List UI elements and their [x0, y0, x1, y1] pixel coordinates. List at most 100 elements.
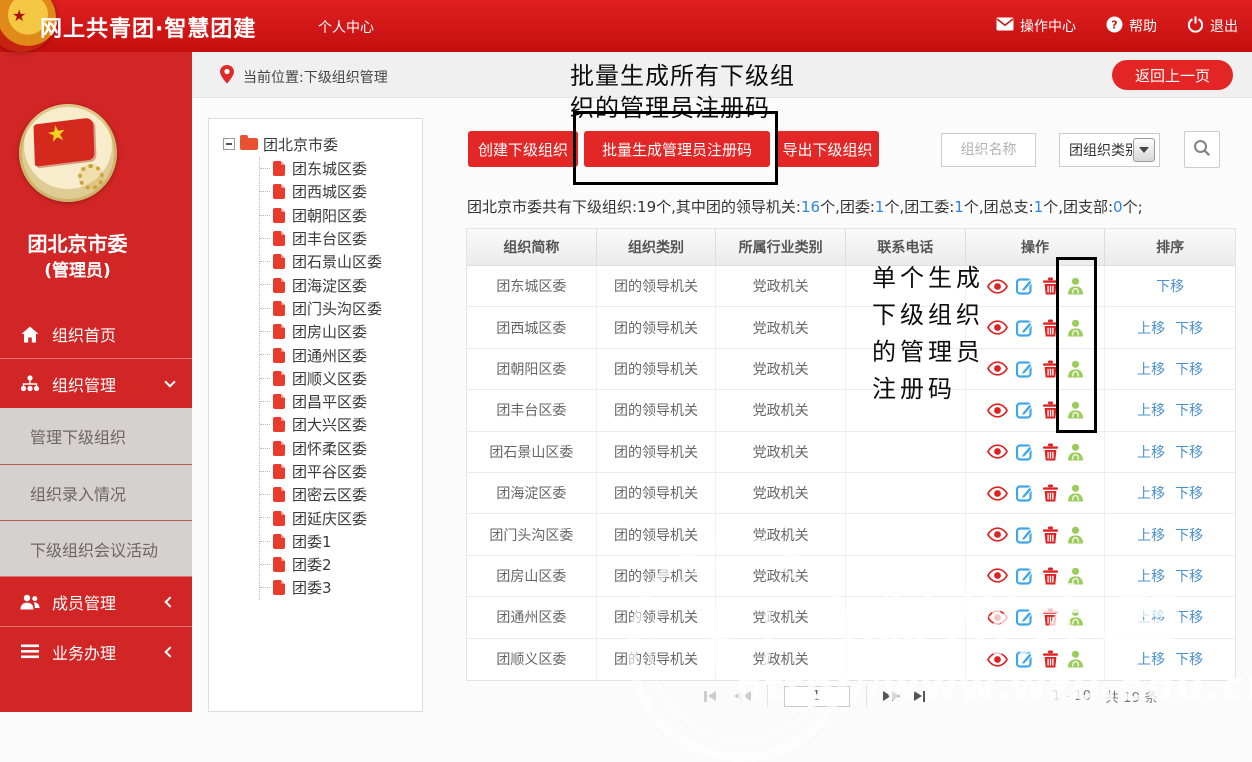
generate-code-person-icon[interactable]	[1067, 277, 1084, 295]
edit-pencil-icon[interactable]	[1016, 277, 1034, 295]
view-eye-icon[interactable]	[987, 610, 1008, 625]
move-up-link[interactable]: 上移	[1137, 400, 1165, 420]
delete-trash-icon[interactable]	[1042, 277, 1059, 295]
view-eye-icon[interactable]	[987, 361, 1008, 376]
tree-node[interactable]: 团顺义区委	[260, 367, 416, 390]
move-up-link[interactable]: 上移	[1137, 649, 1165, 669]
next-page-button[interactable]	[883, 691, 900, 701]
view-eye-icon[interactable]	[987, 486, 1008, 501]
view-eye-icon[interactable]	[987, 568, 1008, 583]
delete-trash-icon[interactable]	[1042, 526, 1059, 544]
last-page-button[interactable]	[914, 691, 926, 702]
dropdown-arrow-icon[interactable]	[1133, 138, 1155, 162]
move-down-link[interactable]: 下移	[1175, 649, 1203, 669]
sidebar-item-member-management[interactable]: 成员管理	[0, 576, 192, 626]
sidebar-item-org-entry-status[interactable]: 组织录入情况	[0, 464, 192, 520]
delete-trash-icon[interactable]	[1042, 484, 1059, 502]
tree-node[interactable]: 团东城区委	[260, 157, 416, 180]
generate-code-person-icon[interactable]	[1067, 443, 1084, 461]
prev-page-button[interactable]	[734, 691, 751, 701]
sidebar-item-org-management[interactable]: 组织管理	[0, 358, 192, 408]
first-page-button[interactable]	[704, 691, 716, 702]
move-down-link[interactable]: 下移	[1175, 525, 1203, 545]
move-down-link[interactable]: 下移	[1175, 607, 1203, 627]
back-button[interactable]: 返回上一页	[1112, 60, 1233, 90]
create-sub-org-button[interactable]: 创建下级组织	[468, 131, 578, 167]
edit-pencil-icon[interactable]	[1016, 401, 1034, 419]
operation-center-link[interactable]: 操作中心	[996, 16, 1076, 36]
tree-node[interactable]: 团大兴区委	[260, 413, 416, 436]
delete-trash-icon[interactable]	[1042, 567, 1059, 585]
move-up-link[interactable]: 上移	[1137, 442, 1165, 462]
tree-node[interactable]: 团石景山区委	[260, 250, 416, 273]
help-link[interactable]: ? 帮助	[1106, 16, 1157, 37]
move-down-link[interactable]: 下移	[1156, 276, 1184, 296]
generate-code-person-icon[interactable]	[1067, 360, 1084, 378]
tree-node[interactable]: 团朝阳区委	[260, 204, 416, 227]
personal-center-link[interactable]: 个人中心	[318, 17, 374, 37]
view-eye-icon[interactable]	[987, 320, 1008, 335]
generate-code-person-icon[interactable]	[1067, 401, 1084, 419]
delete-trash-icon[interactable]	[1042, 401, 1059, 419]
tree-node[interactable]: 团通州区委	[260, 343, 416, 366]
tree-node[interactable]: 团昌平区委	[260, 390, 416, 413]
tree-node[interactable]: 团委1	[260, 530, 416, 553]
move-up-link[interactable]: 上移	[1137, 359, 1165, 379]
delete-trash-icon[interactable]	[1042, 608, 1059, 626]
sidebar-item-sub-org-meetings[interactable]: 下级组织会议活动	[0, 520, 192, 576]
move-up-link[interactable]: 上移	[1137, 566, 1165, 586]
sidebar-item-org-home[interactable]: 组织首页	[0, 310, 192, 358]
tree-node[interactable]: 团门头沟区委	[260, 297, 416, 320]
edit-pencil-icon[interactable]	[1016, 650, 1034, 668]
move-up-link[interactable]: 上移	[1137, 483, 1165, 503]
move-down-link[interactable]: 下移	[1175, 566, 1203, 586]
view-eye-icon[interactable]	[987, 403, 1008, 418]
page-number-input[interactable]	[784, 686, 850, 707]
logout-link[interactable]: 退出	[1187, 16, 1238, 37]
delete-trash-icon[interactable]	[1042, 360, 1059, 378]
tree-node[interactable]: 团西城区委	[260, 180, 416, 203]
move-up-link[interactable]: 上移	[1137, 607, 1165, 627]
delete-trash-icon[interactable]	[1042, 443, 1059, 461]
generate-code-person-icon[interactable]	[1067, 319, 1084, 337]
generate-code-person-icon[interactable]	[1067, 650, 1084, 668]
view-eye-icon[interactable]	[987, 279, 1008, 294]
tree-node[interactable]: 团房山区委	[260, 320, 416, 343]
edit-pencil-icon[interactable]	[1016, 319, 1034, 337]
tree-node[interactable]: 团委3	[260, 576, 416, 599]
move-down-link[interactable]: 下移	[1175, 442, 1203, 462]
move-down-link[interactable]: 下移	[1175, 400, 1203, 420]
sidebar-item-business[interactable]: 业务办理	[0, 626, 192, 676]
edit-pencil-icon[interactable]	[1016, 567, 1034, 585]
tree-node[interactable]: 团延庆区委	[260, 506, 416, 529]
delete-trash-icon[interactable]	[1042, 319, 1059, 337]
org-name-search-input[interactable]	[941, 133, 1036, 167]
delete-trash-icon[interactable]	[1042, 650, 1059, 668]
export-sub-orgs-button[interactable]: 导出下级组织	[776, 131, 879, 167]
view-eye-icon[interactable]	[987, 652, 1008, 667]
generate-code-person-icon[interactable]	[1067, 567, 1084, 585]
tree-node[interactable]: 团怀柔区委	[260, 437, 416, 460]
generate-code-person-icon[interactable]	[1067, 484, 1084, 502]
generate-code-person-icon[interactable]	[1067, 526, 1084, 544]
tree-node[interactable]: 团平谷区委	[260, 460, 416, 483]
edit-pencil-icon[interactable]	[1016, 443, 1034, 461]
tree-root-node[interactable]: 团北京市委	[223, 133, 416, 155]
tree-node[interactable]: 团密云区委	[260, 483, 416, 506]
tree-node[interactable]: 团丰台区委	[260, 227, 416, 250]
batch-generate-codes-button[interactable]: 批量生成管理员注册码	[584, 131, 770, 167]
org-category-select[interactable]: 团组织类别	[1059, 133, 1160, 167]
view-eye-icon[interactable]	[987, 527, 1008, 542]
generate-code-person-icon[interactable]	[1067, 608, 1084, 626]
move-down-link[interactable]: 下移	[1175, 359, 1203, 379]
tree-node[interactable]: 团委2	[260, 553, 416, 576]
search-button[interactable]	[1184, 131, 1220, 168]
collapse-expander-icon[interactable]	[223, 138, 235, 150]
move-up-link[interactable]: 上移	[1137, 525, 1165, 545]
edit-pencil-icon[interactable]	[1016, 360, 1034, 378]
edit-pencil-icon[interactable]	[1016, 608, 1034, 626]
edit-pencil-icon[interactable]	[1016, 484, 1034, 502]
sidebar-item-manage-sub-orgs[interactable]: 管理下级组织	[0, 408, 192, 464]
move-down-link[interactable]: 下移	[1175, 318, 1203, 338]
edit-pencil-icon[interactable]	[1016, 526, 1034, 544]
